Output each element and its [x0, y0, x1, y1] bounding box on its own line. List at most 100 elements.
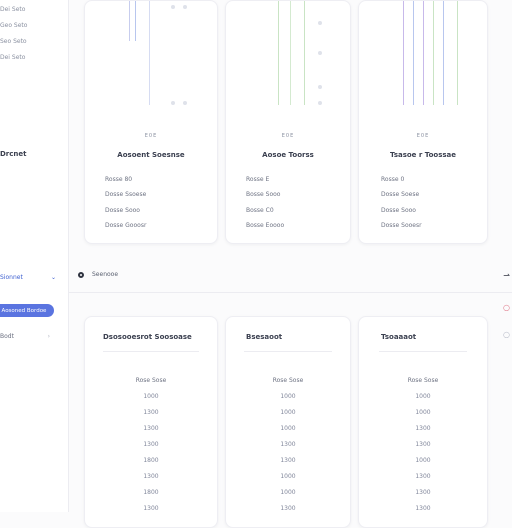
table-cell: 1000: [415, 409, 431, 416]
circle-icon[interactable]: ○: [503, 330, 510, 339]
table-cell: 1000: [280, 425, 296, 432]
chart-bar: [443, 1, 444, 105]
card-title: Aosoe Toorss: [262, 151, 314, 159]
card-row: Bosse Sooo: [246, 191, 281, 198]
card-row: Dosse Sooesr: [381, 222, 422, 229]
table-cell: 1300: [415, 425, 431, 432]
table-cell: 1300: [415, 441, 431, 448]
card-title: Dsosooesrot Soosoase: [103, 333, 192, 341]
mini-chart: [359, 1, 487, 113]
section-divider: [68, 292, 512, 293]
column-header: Rose Sose: [407, 377, 439, 384]
table-cell: 1300: [280, 505, 296, 512]
table-cell: 1300: [415, 473, 431, 480]
radio-icon[interactable]: [78, 271, 84, 278]
chart-bar: [278, 1, 279, 105]
card-row: Rosse E: [246, 176, 270, 183]
table-cell: 1000: [415, 457, 431, 464]
card-row: Dosse Sooo: [105, 207, 140, 214]
card-row: Bosse C0: [246, 207, 274, 214]
table-cell: 1300: [143, 409, 159, 416]
card-title: Bsesaoot: [246, 333, 283, 341]
alert-icon[interactable]: ○: [503, 303, 510, 312]
card-caption: E0E: [416, 133, 430, 139]
title-underline: [244, 351, 332, 352]
card-row: Dosse Ssoese: [105, 191, 147, 198]
filter-label: Seenooe: [92, 271, 119, 278]
table-cell: 1000: [280, 409, 296, 416]
table-cell: 1000: [280, 393, 296, 400]
sidebar: Dei Seto Geo Seto Seo Seto Dei Seto Drcn…: [0, 0, 69, 512]
table-cell: 1800: [143, 489, 159, 496]
data-table-card: Tsoaaaot Rose Sose 1000 1000 1300 1300 1…: [358, 316, 488, 528]
card-row: Dosse Sooo: [381, 207, 416, 214]
sidebar-link[interactable]: Dei Seto: [0, 6, 25, 13]
chart-dot: [318, 85, 322, 89]
card-row: Dosse Soese: [381, 191, 420, 198]
share-icon[interactable]: ⇀: [503, 271, 510, 280]
table-cell: 1300: [143, 505, 159, 512]
chart-dot: [318, 51, 322, 55]
card-row: Dosse Gooosr: [105, 222, 147, 229]
table-cell: 1300: [280, 441, 296, 448]
table-cell: 1300: [143, 425, 159, 432]
chart-bar: [304, 1, 305, 105]
column-header: Rose Sose: [135, 377, 167, 384]
sidebar-option[interactable]: Bodt ›: [0, 330, 50, 342]
chart-bar: [423, 1, 424, 105]
summary-card: E0E Aosoe Toorss Rosse E Bosse Sooo Boss…: [225, 0, 351, 244]
table-cell: 1800: [143, 457, 159, 464]
filter-row[interactable]: Seenooe: [78, 271, 118, 278]
data-table-card: Dsosooesrot Soosoase Rose Sose 1000 1300…: [84, 316, 218, 528]
sidebar-option-label: Bodt: [0, 332, 14, 340]
title-underline: [379, 351, 467, 352]
summary-card: E0E Tsasoe r Toossae Rosse 0 Dosse Soese…: [358, 0, 488, 244]
card-row: Rosse 0: [381, 176, 405, 183]
table-cell: 1000: [280, 489, 296, 496]
table-cell: 1000: [280, 473, 296, 480]
chart-dot: [318, 101, 322, 105]
mini-chart: [226, 1, 350, 113]
sidebar-select-label: Sionnet: [0, 273, 23, 281]
chart-bar: [290, 1, 291, 105]
sidebar-section-title: Drcnet: [0, 150, 27, 158]
chart-bar: [129, 1, 130, 41]
chart-dot: [171, 101, 175, 105]
chevron-right-icon: ›: [47, 332, 50, 340]
chart-dot: [183, 5, 187, 9]
table-cell: 1300: [143, 441, 159, 448]
card-caption: E0E: [281, 133, 295, 139]
chart-dot: [318, 21, 322, 25]
sidebar-primary-button[interactable]: Aosoned Bordoe: [0, 304, 54, 317]
chart-bar: [413, 1, 414, 105]
card-title: Aosoent Soesnse: [117, 151, 185, 159]
card-title: Tsoaaaot: [381, 333, 417, 341]
chevron-down-icon: ⌄: [50, 273, 56, 281]
table-cell: 1000: [143, 393, 159, 400]
chart-bar: [433, 1, 434, 105]
table-cell: 1300: [415, 505, 431, 512]
chart-dot: [171, 5, 175, 9]
chart-bar: [403, 1, 404, 105]
table-cell: 1300: [415, 489, 431, 496]
sidebar-link[interactable]: Geo Seto: [0, 22, 27, 29]
sidebar-select[interactable]: Sionnet ⌄: [0, 270, 56, 284]
card-title: Tsasoe r Toossae: [389, 151, 457, 159]
table-cell: 1300: [143, 473, 159, 480]
card-caption: E0E: [144, 133, 158, 139]
summary-card: E0E Aosoent Soesnse Rosse 80 Dosse Ssoes…: [84, 0, 218, 244]
table-cell: 1300: [280, 457, 296, 464]
column-header: Rose Sose: [272, 377, 304, 384]
table-cell: 1000: [415, 393, 431, 400]
title-underline: [103, 351, 199, 352]
chart-bar: [135, 1, 136, 41]
chart-dot: [183, 101, 187, 105]
chart-bar: [149, 1, 150, 105]
card-row: Bosse Eoooo: [246, 222, 285, 229]
card-row: Rosse 80: [105, 176, 133, 183]
sidebar-link[interactable]: Seo Seto: [0, 38, 27, 45]
data-table-card: Bsesaoot Rose Sose 1000 1000 1000 1300 1…: [225, 316, 351, 528]
mini-chart: [85, 1, 217, 113]
sidebar-link[interactable]: Dei Seto: [0, 54, 25, 61]
chart-bar: [457, 1, 458, 105]
